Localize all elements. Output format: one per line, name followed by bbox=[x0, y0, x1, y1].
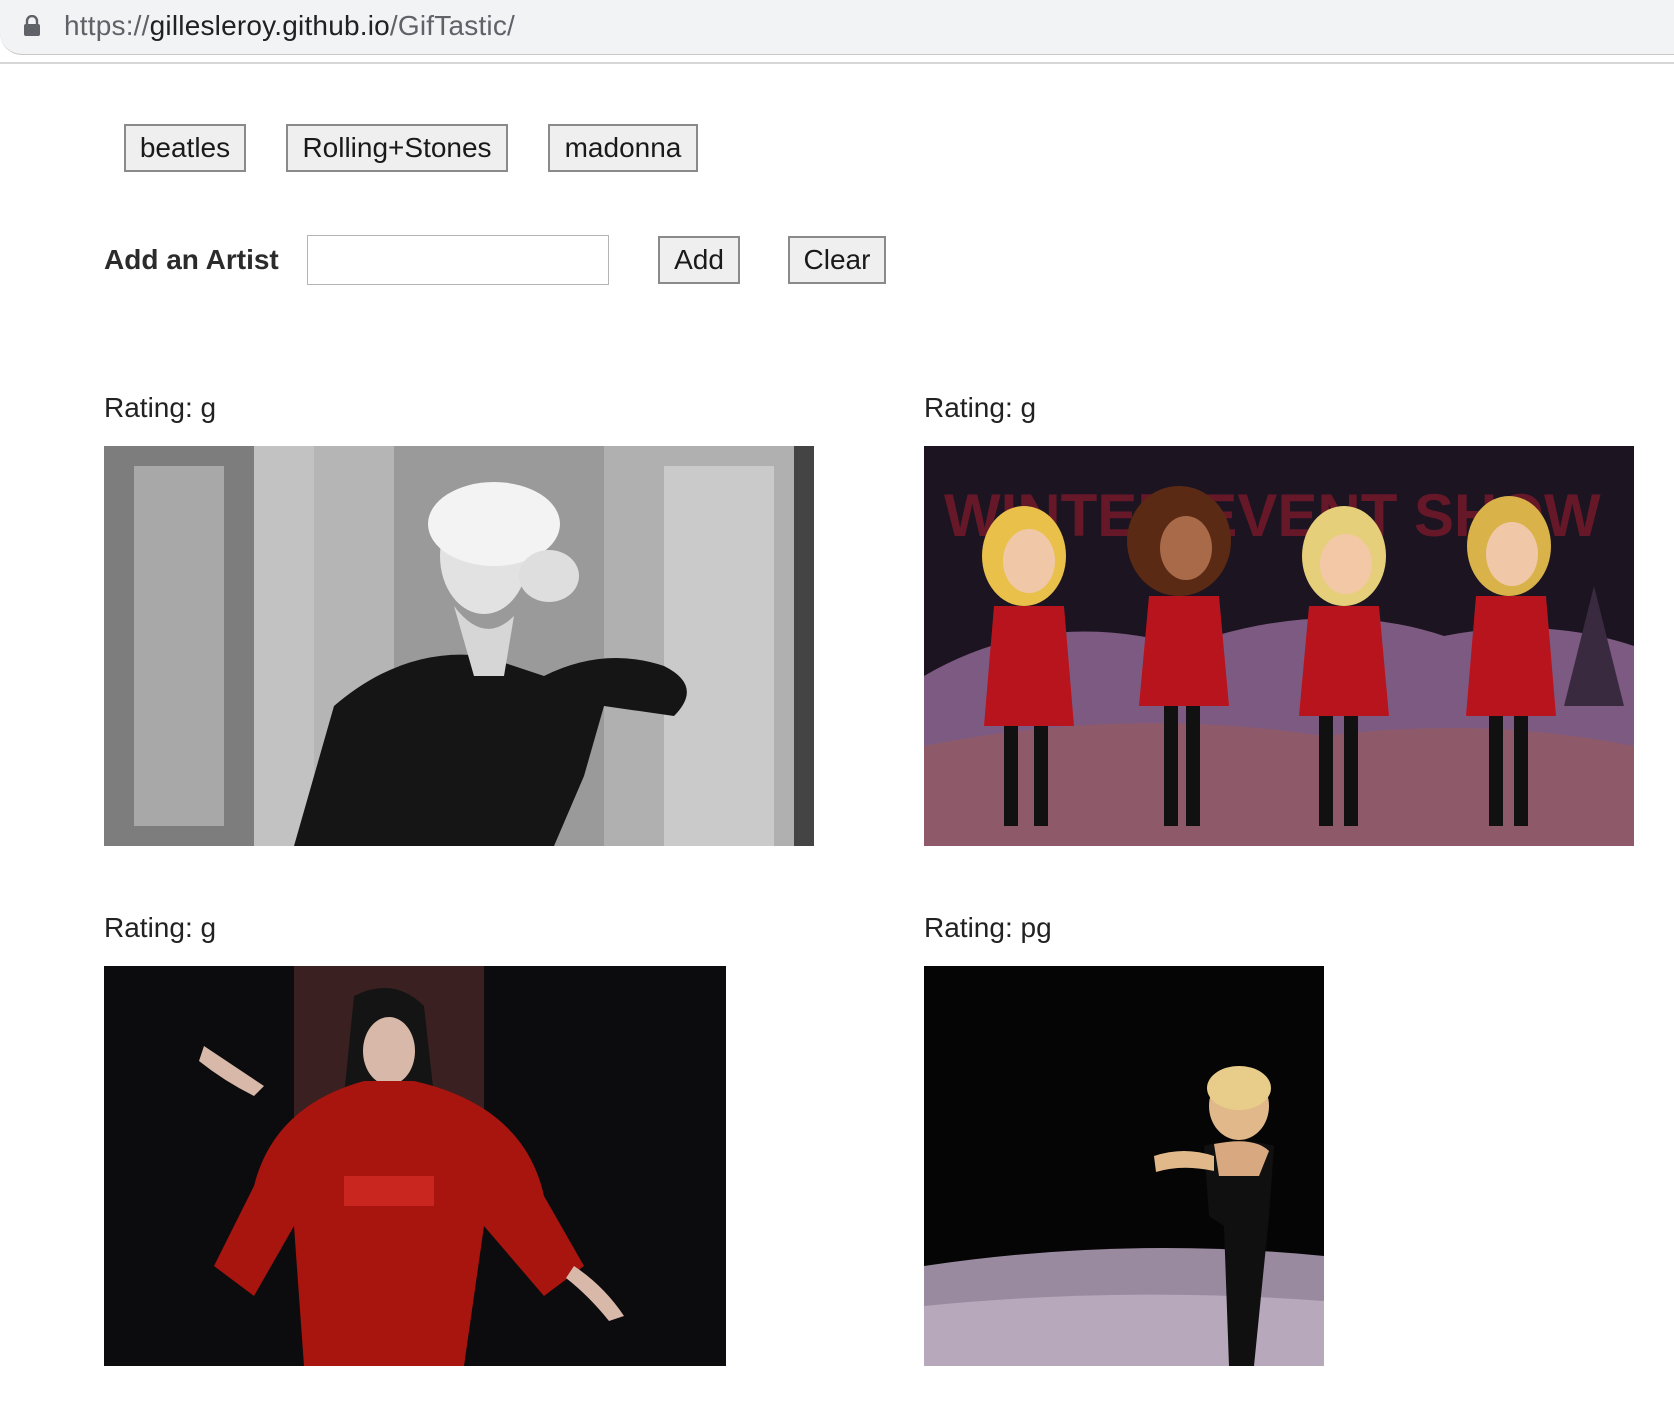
lock-icon bbox=[24, 15, 40, 36]
clear-button[interactable]: Clear bbox=[788, 236, 886, 284]
gif-image-santa-dancers[interactable]: WINTER EVENT SHOW bbox=[924, 446, 1634, 846]
url-scheme: https:// bbox=[64, 10, 150, 41]
url-path: /GifTastic/ bbox=[389, 10, 516, 41]
add-artist-label: Add an Artist bbox=[104, 244, 279, 275]
urlbar-divider bbox=[0, 62, 1674, 64]
gif-image-red-robe[interactable] bbox=[104, 966, 726, 1366]
gif-image-black-outfit-dancer[interactable] bbox=[924, 966, 1324, 1366]
topic-button-madonna[interactable]: madonna bbox=[548, 124, 698, 172]
gif-rating: Rating: pg bbox=[924, 912, 1052, 943]
url-host: gillesleroy.github.io bbox=[149, 10, 390, 41]
topic-button-rolling-stones[interactable]: Rolling+Stones bbox=[286, 124, 508, 172]
gif-rating: Rating: g bbox=[104, 392, 217, 423]
gif-image-bw-woman[interactable] bbox=[104, 446, 814, 846]
browser-address-bar[interactable]: https://gillesleroy.github.io/GifTastic/ bbox=[0, 0, 1674, 55]
url-text[interactable]: https://gillesleroy.github.io/GifTastic/ bbox=[64, 10, 515, 42]
artist-input[interactable] bbox=[307, 235, 609, 285]
add-button[interactable]: Add bbox=[658, 236, 740, 284]
gif-rating: Rating: g bbox=[924, 392, 1037, 423]
topic-button-beatles[interactable]: beatles bbox=[124, 124, 246, 172]
gif-rating: Rating: g bbox=[104, 912, 217, 943]
